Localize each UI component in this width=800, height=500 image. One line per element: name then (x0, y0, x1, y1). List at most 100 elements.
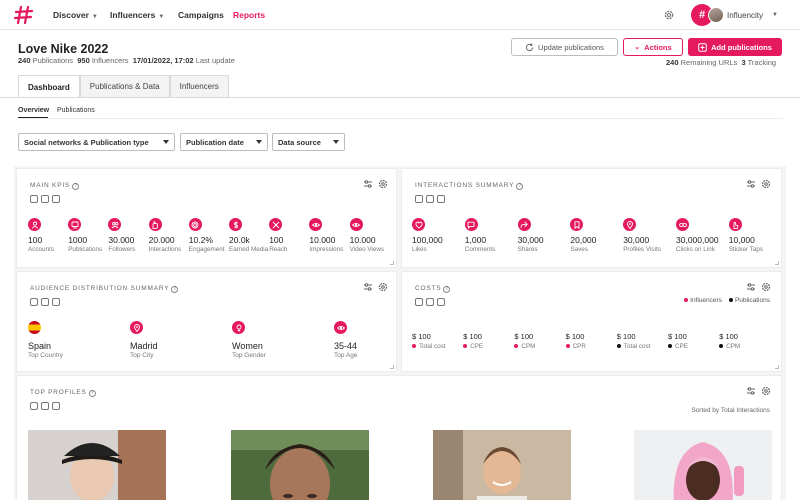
kpi-followers: 30.000 Followers (108, 218, 148, 253)
kpi-value: 10.000 (349, 235, 376, 245)
resize-handle[interactable] (775, 261, 779, 265)
filter-sliders-icon[interactable] (746, 282, 756, 292)
tab-dashboard[interactable]: Dashboard (18, 75, 80, 98)
cost-value: $ 100 (719, 332, 738, 341)
filter-publication-date[interactable]: Publication date (180, 133, 268, 151)
nav-influencers[interactable]: Influencers ▼ (110, 10, 164, 20)
cost-dot-icon (514, 344, 519, 349)
settings-gear-icon[interactable] (663, 9, 675, 21)
profile-card-3[interactable] (433, 430, 571, 500)
interaction-profiles-visits: 30,000 Profiles Visits (623, 218, 663, 253)
help-icon[interactable]: ? (516, 183, 524, 190)
nav-reports[interactable]: Reports (233, 10, 265, 20)
kpi-label: Saves (570, 246, 588, 253)
kpi-value: 10.000 (309, 235, 336, 245)
kpi-impressions: 10.000 Impressions (309, 218, 349, 253)
user-menu-chevron-icon[interactable]: ▼ (772, 12, 778, 18)
filter-social-networks[interactable]: Social networks & Publication type (18, 133, 175, 151)
audience-top-age: 35-44 Top Age (334, 321, 358, 359)
audience-distribution-panel: Audience distribution summary? Spain Top… (16, 271, 397, 372)
cost-label-text: CPE (675, 343, 688, 350)
cost-item-cpe: $ 100 CPE (463, 332, 483, 350)
costs-legend: Influencers Publications (684, 297, 770, 304)
filter-sliders-icon[interactable] (746, 386, 756, 396)
kpi-label: Sticker Taps (728, 246, 763, 253)
legend-dot-icon (728, 298, 733, 303)
publications-count: 240 (18, 56, 31, 65)
profile-card-1[interactable] (28, 430, 166, 500)
kpi-publications: 1000 Publications (68, 218, 108, 253)
youtube-icon (52, 298, 60, 306)
followers-icon (108, 218, 122, 231)
user-photo-avatar (708, 7, 724, 23)
help-icon[interactable]: ? (443, 286, 451, 293)
cost-item-cpm: $ 100 CPM (514, 332, 535, 350)
filter-data-source[interactable]: Data source (272, 133, 345, 151)
kpi-value: 30,000 (623, 235, 650, 245)
nav-campaigns[interactable]: Campaigns (178, 10, 224, 20)
tiktok-icon (41, 298, 49, 306)
settings-gear-icon[interactable] (378, 282, 388, 292)
plus-box-icon (698, 42, 707, 52)
filter-sliders-icon[interactable] (746, 179, 756, 189)
kpi-label: Engagement (188, 246, 225, 253)
top-country-value: Spain (28, 341, 52, 351)
settings-gear-icon[interactable] (761, 386, 771, 396)
profile-card-2[interactable] (231, 430, 369, 500)
publications-label: Publications (32, 56, 74, 65)
subtab-overview[interactable]: Overview (18, 107, 49, 114)
kpi-value: 10.2% (188, 235, 213, 245)
profile-photo-1 (28, 430, 166, 500)
nav-discover[interactable]: Discover ▼ (53, 10, 98, 20)
cost-value: $ 100 (514, 332, 534, 341)
cost-item-cpr: $ 100 CPR (565, 332, 586, 350)
interaction-saves: 20,000 Saves (570, 218, 610, 253)
profile-card-4[interactable] (634, 430, 772, 500)
nav-campaigns-label: Campaigns (178, 10, 224, 20)
filter-social-networks-label: Social networks & Publication type (24, 137, 149, 147)
settings-gear-icon[interactable] (761, 282, 771, 292)
help-icon[interactable]: ? (72, 183, 80, 190)
cost-item-cpm: $ 100 CPM (719, 332, 740, 350)
social-network-icons (415, 195, 445, 203)
cost-dot-icon (616, 344, 621, 349)
report-meta: 240 Publications 950 Influencers 17/01/2… (18, 56, 235, 65)
user-name[interactable]: Influencity (727, 11, 763, 20)
filter-sliders-icon[interactable] (363, 179, 373, 189)
legend-dot-icon (684, 298, 689, 303)
resize-handle[interactable] (390, 261, 394, 265)
tap-icon (728, 218, 742, 231)
tracking-count: 3 (741, 58, 746, 67)
subtab-publications[interactable]: Publications (57, 107, 95, 114)
top-profiles-panel: Top profiles? Sorted by Total Interactio… (16, 375, 782, 500)
top-profiles-title: Top profiles (30, 389, 87, 396)
cost-dot-icon (565, 344, 570, 349)
settings-gear-icon[interactable] (378, 179, 388, 189)
update-publications-button[interactable]: Update publications (511, 38, 618, 56)
social-network-icons (30, 298, 60, 306)
settings-gear-icon[interactable] (761, 179, 771, 189)
actions-label: Actions (644, 42, 672, 52)
female-icon (232, 321, 245, 334)
kpi-value: 100,000 (412, 235, 443, 245)
legend-influencers: Influencers (684, 297, 722, 304)
help-icon[interactable]: ? (171, 286, 179, 293)
add-publications-button[interactable]: Add publications (688, 38, 782, 56)
resize-handle[interactable] (775, 365, 779, 369)
influencity-logo-icon[interactable] (14, 6, 34, 24)
kpi-video-views: 10.000 Video Views (349, 218, 390, 253)
main-kpis-title: Main KPIs (30, 182, 71, 189)
interaction-sticker-taps: 10,000 Sticker Taps (728, 218, 769, 253)
legend-publications: Publications (728, 297, 770, 304)
cost-label: CPM (719, 343, 740, 350)
tab-publications-data[interactable]: Publications & Data (79, 75, 170, 97)
filter-sliders-icon[interactable] (363, 282, 373, 292)
tab-influencers[interactable]: Influencers (169, 75, 229, 97)
help-icon[interactable]: ? (88, 390, 96, 397)
actions-button[interactable]: ⌄ Actions (623, 38, 683, 56)
audience-top-gender: Women Top Gender (232, 321, 266, 359)
cost-dot-icon (463, 344, 468, 349)
resize-handle[interactable] (390, 365, 394, 369)
hand-icon (148, 218, 162, 231)
cost-item-cpe: $ 100 CPE (668, 332, 688, 350)
